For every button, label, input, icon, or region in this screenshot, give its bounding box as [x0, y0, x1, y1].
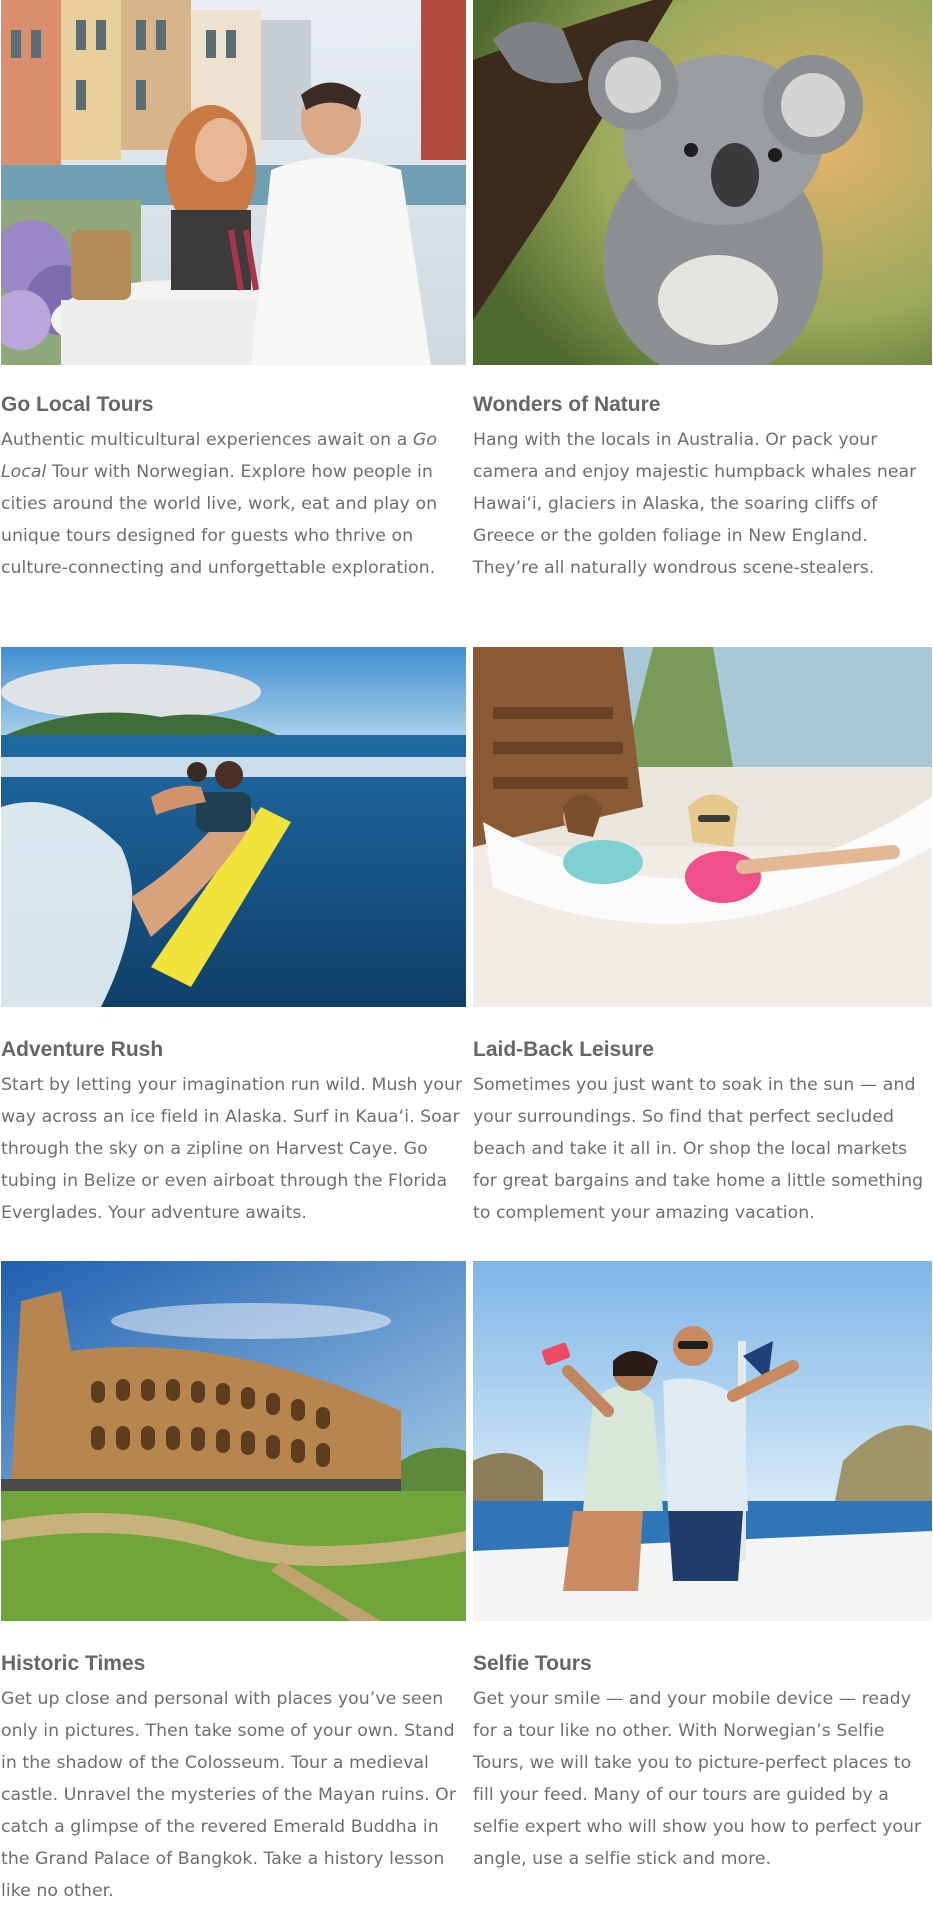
tour-image-adventure-rush — [1, 647, 466, 1007]
tour-title: Wonders of Nature — [473, 393, 661, 416]
tour-title: Laid-Back Leisure — [473, 1038, 654, 1061]
tour-image-laid-back-leisure — [473, 647, 932, 1007]
tour-title: Adventure Rush — [1, 1038, 164, 1061]
tour-title: Go Local Tours — [1, 393, 154, 416]
tour-card-wonders-of-nature: Wonders of Nature Hang with the locals i… — [473, 0, 932, 584]
tour-description: Authentic multicultural experiences awai… — [1, 430, 438, 578]
tour-card-historic-times: Historic Times Get up close and personal… — [1, 1261, 466, 1907]
tour-card-laid-back-leisure: Laid-Back Leisure Sometimes you just wan… — [473, 647, 932, 1229]
tour-description: Hang with the locals in Australia. Or pa… — [473, 430, 917, 578]
tour-image-historic-times — [1, 1261, 466, 1621]
tour-description: Get up close and personal with places yo… — [1, 1689, 456, 1901]
tour-description: Get your smile — and your mobile device … — [473, 1689, 922, 1869]
tour-categories-grid: Go Local Tours Authentic multicultural e… — [0, 0, 933, 1901]
tour-card-go-local: Go Local Tours Authentic multicultural e… — [1, 0, 466, 584]
tour-title: Selfie Tours — [473, 1652, 592, 1675]
tour-description: Start by letting your imagination run wi… — [1, 1075, 463, 1223]
tour-card-selfie-tours: Selfie Tours Get your smile — and your m… — [473, 1261, 932, 1875]
tour-image-selfie-tours — [473, 1261, 932, 1621]
tour-title: Historic Times — [1, 1652, 146, 1675]
tour-image-go-local — [1, 0, 466, 365]
tour-description: Sometimes you just want to soak in the s… — [473, 1075, 924, 1223]
tour-card-adventure-rush: Adventure Rush Start by letting your ima… — [1, 647, 466, 1229]
tour-image-wonders-of-nature — [473, 0, 932, 365]
